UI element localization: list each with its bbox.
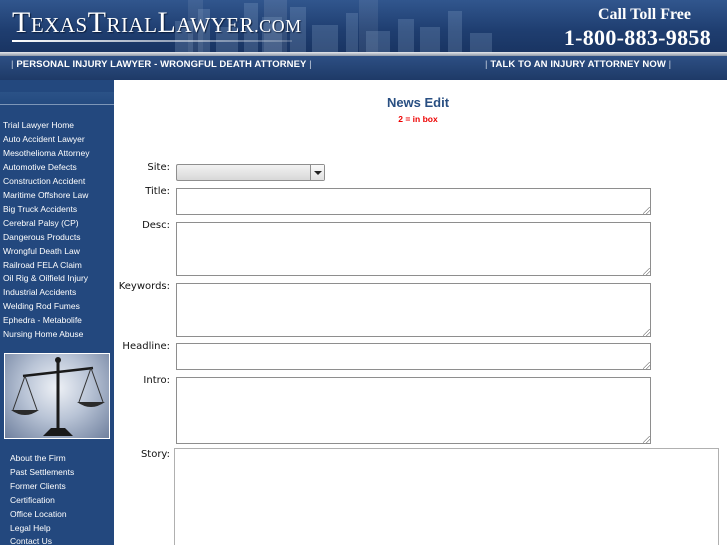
intro-field[interactable] xyxy=(176,377,651,444)
site-select[interactable] xyxy=(176,164,325,181)
scales-of-justice-image xyxy=(4,353,110,439)
sidebar-link-cerebral-palsy[interactable]: Cerebral Palsy (CP) xyxy=(3,218,79,228)
desc-label: Desc: xyxy=(142,220,170,231)
story-label: Story: xyxy=(140,449,170,460)
nav-link-personal-injury[interactable]: | PERSONAL INJURY LAWYER - WRONGFUL DEAT… xyxy=(11,59,312,70)
headline-label: Headline: xyxy=(122,341,170,352)
sidebar-link-oil-rig[interactable]: Oil Rig & Oilfield Injury xyxy=(3,273,88,283)
sidebar-link-past-settlements[interactable]: Past Settlements xyxy=(10,467,74,477)
skyline-building xyxy=(420,27,440,55)
skyline-building xyxy=(312,25,338,55)
title-label: Title: xyxy=(145,186,170,197)
sidebar-link-industrial-accidents[interactable]: Industrial Accidents xyxy=(3,287,76,297)
sidebar-link-mesothelioma[interactable]: Mesothelioma Attorney xyxy=(3,148,89,158)
resize-grip-icon[interactable] xyxy=(643,268,650,275)
resize-grip-icon[interactable] xyxy=(643,329,650,336)
sidebar-link-dangerous-products[interactable]: Dangerous Products xyxy=(3,232,81,242)
sidebar-header-strip xyxy=(0,92,114,105)
sidebar-link-maritime-offshore[interactable]: Maritime Offshore Law xyxy=(3,190,88,200)
sidebar-link-construction-accident[interactable]: Construction Accident xyxy=(3,176,85,186)
sidebar-link-office-location[interactable]: Office Location xyxy=(10,509,67,519)
sidebar-link-automotive-defects[interactable]: Automotive Defects xyxy=(3,162,77,172)
skyline-building xyxy=(346,13,358,55)
keywords-field[interactable] xyxy=(176,283,651,337)
resize-grip-icon[interactable] xyxy=(643,362,650,369)
sidebar-link-trial-lawyer-home[interactable]: Trial Lawyer Home xyxy=(3,120,74,130)
sidebar-link-about-firm[interactable]: About the Firm xyxy=(10,453,66,463)
sidebar-link-nursing-home[interactable]: Nursing Home Abuse xyxy=(3,329,83,339)
sidebar-link-certification[interactable]: Certification xyxy=(10,495,55,505)
scales-of-justice-icon xyxy=(11,357,105,436)
site-logo[interactable]: TEXASTRIALLAWYER.COM xyxy=(12,6,302,39)
chevron-down-icon[interactable] xyxy=(310,165,324,180)
keywords-label: Keywords: xyxy=(118,281,170,292)
desc-field[interactable] xyxy=(176,222,651,276)
skyline-building xyxy=(398,19,414,55)
intro-label: Intro: xyxy=(143,375,170,386)
logo-underline xyxy=(12,40,292,42)
resize-grip-icon[interactable] xyxy=(643,207,650,214)
sidebar-link-ephedra[interactable]: Ephedra - Metabolife xyxy=(3,315,82,325)
site-label: Site: xyxy=(147,162,170,173)
headline-field[interactable] xyxy=(176,343,651,370)
sidebar-link-former-clients[interactable]: Former Clients xyxy=(10,481,66,491)
phone-number[interactable]: 1-800-883-9858 xyxy=(564,25,711,51)
nav-link-talk-to-attorney[interactable]: | TALK TO AN INJURY ATTORNEY NOW | xyxy=(485,59,671,70)
page-subtitle: 2 = in box xyxy=(398,114,438,124)
sidebar-link-contact-us[interactable]: Contact Us xyxy=(10,536,52,545)
sidebar-link-wrongful-death[interactable]: Wrongful Death Law xyxy=(3,246,80,256)
skyline-building xyxy=(448,11,462,55)
title-field[interactable] xyxy=(176,188,651,215)
sidebar-link-railroad-fela[interactable]: Railroad FELA Claim xyxy=(3,260,82,270)
call-toll-free-label: Call Toll Free xyxy=(597,6,691,23)
sidebar-link-legal-help[interactable]: Legal Help xyxy=(10,523,51,533)
sidebar-link-big-truck[interactable]: Big Truck Accidents xyxy=(3,204,77,214)
sidebar-link-welding-rod[interactable]: Welding Rod Fumes xyxy=(3,301,80,311)
page-title: News Edit xyxy=(386,95,450,110)
resize-grip-icon[interactable] xyxy=(643,436,650,443)
sidebar-link-auto-accident[interactable]: Auto Accident Lawyer xyxy=(3,134,85,144)
story-field[interactable] xyxy=(174,448,719,545)
